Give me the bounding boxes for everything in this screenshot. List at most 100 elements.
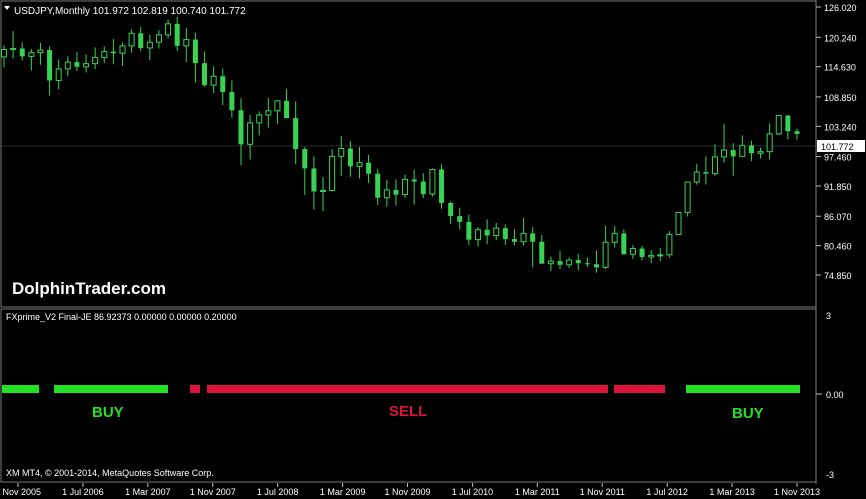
candle-body bbox=[302, 149, 308, 169]
candle-body bbox=[119, 45, 126, 54]
time-axis-label: 1 Nov 2009 bbox=[384, 487, 430, 497]
candle-body bbox=[247, 122, 254, 145]
time-axis: 1 Nov 2005 1 Jul 2006 1 Mar 2007 1 Nov 2007… bbox=[0, 483, 820, 497]
candle-body bbox=[55, 68, 62, 81]
candle-body bbox=[457, 216, 463, 222]
candle-body bbox=[466, 221, 472, 240]
indicator-axis-zero: 0.00 bbox=[826, 390, 844, 400]
candle-body bbox=[411, 179, 417, 182]
time-axis-label: 1 Mar 2011 bbox=[515, 487, 560, 497]
candle-body bbox=[256, 114, 263, 124]
candle-body bbox=[74, 62, 80, 67]
candle-body bbox=[420, 181, 426, 195]
candle-body bbox=[703, 172, 709, 174]
candle-body bbox=[274, 100, 281, 112]
candle-body bbox=[165, 23, 172, 36]
price-axis-label: 91.850 bbox=[824, 182, 852, 192]
time-axis-label: 1 Nov 2007 bbox=[190, 487, 236, 497]
indicator-pane: FXprime_V2 Final-JE 86.92373 0.00000 0.0… bbox=[2, 311, 844, 480]
candle-body bbox=[748, 145, 754, 154]
candle-body bbox=[621, 233, 627, 255]
candle-body bbox=[10, 47, 17, 51]
price-axis-label: 97.460 bbox=[824, 153, 852, 163]
collapse-triangle-icon[interactable] bbox=[4, 6, 10, 10]
candle-body bbox=[511, 239, 517, 242]
buy-signal-bar bbox=[686, 385, 800, 393]
candle-body bbox=[265, 110, 272, 116]
candle-body bbox=[794, 131, 800, 134]
candle-body bbox=[329, 155, 336, 191]
watermark: DolphinTrader.com bbox=[12, 279, 166, 298]
candle-body bbox=[83, 63, 90, 68]
candle-body bbox=[566, 259, 573, 266]
time-axis-label: 1 Jul 2012 bbox=[646, 487, 688, 497]
time-axis-label: 1 Mar 2007 bbox=[125, 487, 171, 497]
price-axis-label: 120.240 bbox=[824, 33, 857, 43]
price-axis-label: 126.020 bbox=[824, 3, 857, 13]
candle-body bbox=[1, 49, 7, 58]
candle-body bbox=[730, 150, 736, 157]
indicator-title: FXprime_V2 Final-JE 86.92373 0.00000 0.0… bbox=[6, 312, 237, 322]
candle-body bbox=[711, 156, 718, 175]
candle-body bbox=[693, 171, 700, 183]
price-axis-label: 74.850 bbox=[824, 271, 852, 281]
candle-body bbox=[648, 254, 655, 258]
mt4-chart-window[interactable]: 126.020 120.240 114.630 108.850 103.240 97.46… bbox=[0, 0, 866, 499]
candle-body bbox=[502, 228, 508, 240]
candle-body bbox=[602, 241, 609, 268]
buy-signal-bar bbox=[54, 385, 168, 393]
indicator-axis-top: 3 bbox=[826, 311, 831, 321]
candle-body bbox=[174, 23, 180, 46]
candle-body bbox=[210, 75, 217, 86]
candle-body bbox=[28, 52, 35, 57]
candle-body bbox=[138, 33, 144, 48]
candle-body bbox=[19, 48, 25, 57]
sell-signal-bar bbox=[614, 385, 665, 393]
chart-header: USDJPY,Monthly 101.972 102.819 100.740 1… bbox=[4, 6, 246, 17]
candle-body bbox=[375, 173, 381, 198]
candles-group bbox=[1, 17, 800, 273]
candle-body bbox=[110, 51, 116, 54]
copyright-text: XM MT4, © 2001-2014, MetaQuotes Software… bbox=[6, 468, 214, 478]
time-axis-label: 1 Jul 2006 bbox=[62, 487, 104, 497]
candle-body bbox=[766, 133, 773, 153]
candle-body bbox=[37, 49, 44, 54]
sell-label: SELL bbox=[389, 403, 427, 420]
time-axis-label: 1 Nov 2013 bbox=[774, 487, 820, 497]
time-axis-label: 1 Nov 2011 bbox=[580, 487, 625, 497]
current-price-tag: 101.772 bbox=[817, 140, 865, 152]
candle-body bbox=[347, 148, 353, 167]
candle-body bbox=[785, 115, 791, 132]
candle-body bbox=[92, 56, 99, 65]
price-axis-label: 103.240 bbox=[824, 122, 857, 132]
price-axis-label: 108.850 bbox=[824, 93, 857, 103]
buy-label-right: BUY bbox=[732, 405, 764, 422]
time-axis-label: 1 Jul 2008 bbox=[257, 487, 299, 497]
candle-body bbox=[484, 229, 490, 236]
candle-body bbox=[639, 248, 645, 257]
candle-body bbox=[393, 189, 399, 195]
candle-body bbox=[739, 144, 746, 157]
candle-body bbox=[383, 189, 390, 199]
indicator-pane-border bbox=[0, 308, 817, 483]
candle-body bbox=[557, 261, 563, 265]
candle-body bbox=[775, 115, 782, 135]
candle-body bbox=[520, 232, 527, 243]
candle-body bbox=[584, 263, 590, 265]
candle-body bbox=[684, 181, 691, 213]
candle-body bbox=[402, 178, 409, 196]
candle-body bbox=[547, 260, 554, 265]
time-axis-label: 1 Nov 2005 bbox=[0, 487, 41, 497]
candle-body bbox=[293, 118, 299, 150]
candle-body bbox=[539, 241, 545, 264]
candle-body bbox=[128, 32, 135, 47]
buy-signal-bar bbox=[2, 385, 39, 393]
candle-body bbox=[64, 61, 71, 70]
time-axis-label: 1 Mar 2009 bbox=[320, 487, 366, 497]
candle-body bbox=[657, 254, 664, 257]
candle-body bbox=[101, 51, 108, 58]
chart-canvas[interactable]: 126.020 120.240 114.630 108.850 103.240 97.46… bbox=[0, 0, 866, 499]
time-axis-label: 1 Jul 2010 bbox=[452, 487, 494, 497]
candle-body bbox=[338, 148, 345, 157]
candle-body bbox=[611, 232, 618, 243]
